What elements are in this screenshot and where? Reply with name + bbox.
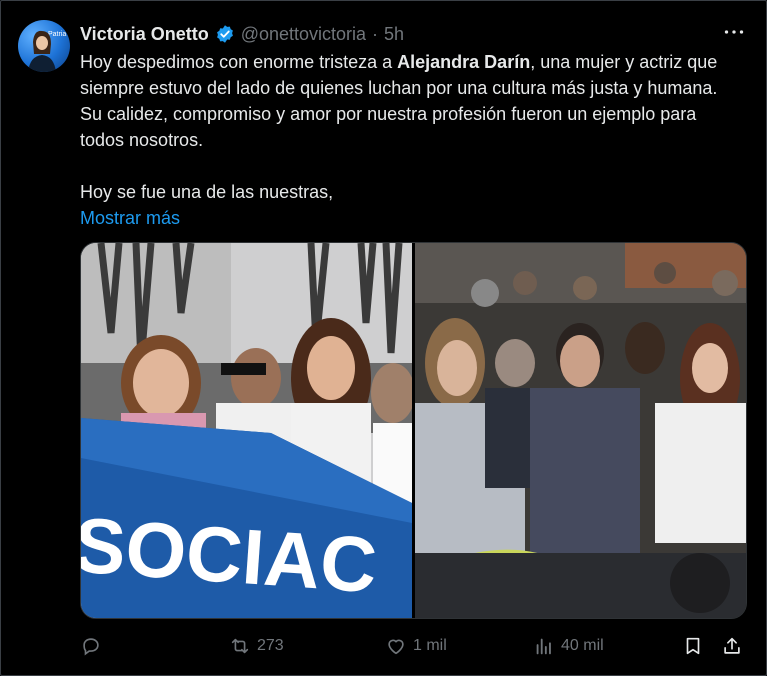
tweet-text: Hoy despedimos con enorme tristeza a Ale…	[80, 49, 725, 231]
reply-icon	[80, 635, 102, 657]
share-button[interactable]	[721, 633, 743, 659]
tweet-header: Victoria Onetto @onettovictoria · 5h	[80, 21, 404, 47]
separator-dot: ·	[372, 23, 379, 44]
avatar-text: Patria	[48, 31, 66, 38]
paragraph-1: Hoy despedimos con enorme tristeza a Ale…	[80, 49, 725, 153]
views-button[interactable]: 40 mil	[533, 633, 604, 659]
like-button[interactable]: 1 mil	[385, 633, 447, 659]
avatar[interactable]: Patria	[18, 20, 70, 72]
views-icon	[533, 635, 555, 657]
reply-button[interactable]	[80, 633, 108, 659]
show-more-link[interactable]: Mostrar más	[80, 208, 180, 228]
like-count: 1 mil	[413, 637, 447, 654]
bookmark-icon	[682, 635, 704, 657]
tweet-card[interactable]: Patria Victoria Onetto @onettovictoria ·…	[0, 0, 767, 676]
paragraph-2: Hoy se fue una de las nuestras,	[80, 182, 334, 202]
text-segment: Hoy despedimos con enorme tristeza a	[80, 52, 398, 72]
views-count: 40 mil	[561, 637, 604, 654]
share-icon	[721, 635, 743, 657]
photo-right[interactable]	[415, 243, 746, 618]
like-icon	[385, 635, 407, 657]
more-icon[interactable]	[721, 23, 747, 41]
bold-name: Alejandra Darín	[397, 52, 531, 72]
retweet-icon	[229, 635, 251, 657]
action-bar: 273 1 mil 40 mil	[80, 633, 745, 659]
media-gallery[interactable]: SOCIAC	[80, 242, 747, 619]
retweet-count: 273	[257, 637, 284, 654]
verified-icon	[215, 24, 235, 44]
retweet-button[interactable]: 273	[229, 633, 284, 659]
timestamp[interactable]: 5h	[384, 24, 404, 45]
author-name[interactable]: Victoria Onetto	[80, 24, 209, 45]
author-handle[interactable]: @onettovictoria	[241, 24, 366, 45]
bookmark-button[interactable]	[682, 633, 704, 659]
photo-left[interactable]: SOCIAC	[81, 243, 412, 618]
